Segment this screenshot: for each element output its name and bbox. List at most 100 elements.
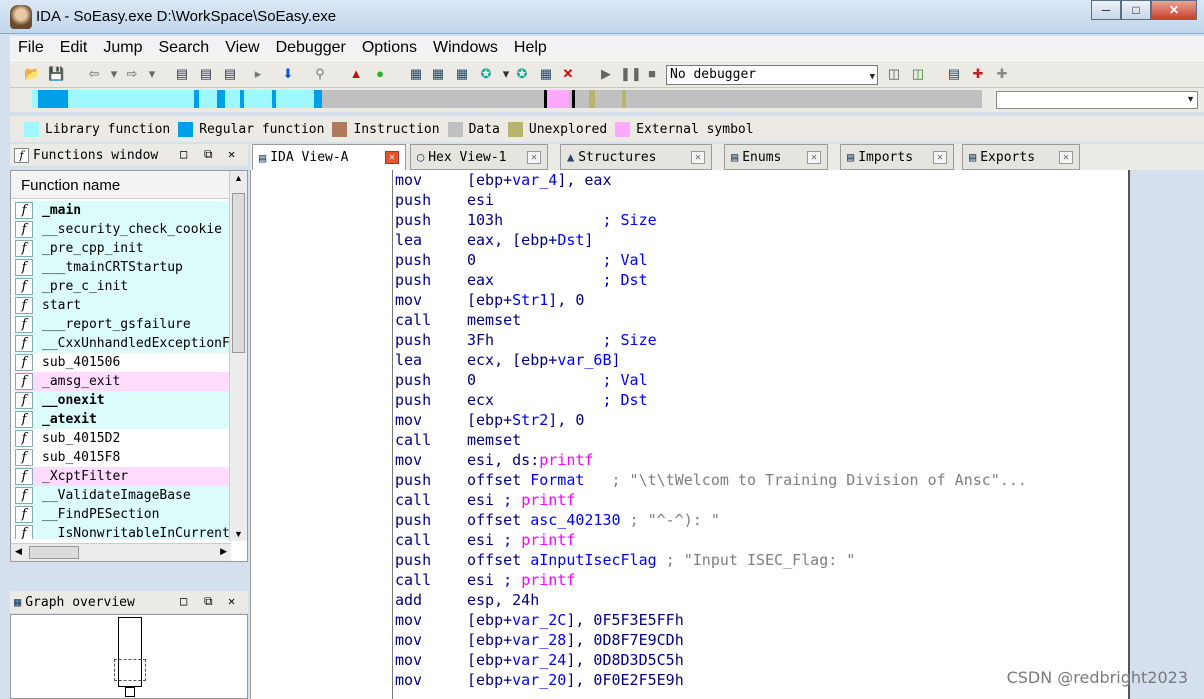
graph-icon[interactable]: ▦ bbox=[408, 66, 424, 82]
disassembly-line[interactable]: call esi ; printf bbox=[395, 570, 1128, 590]
symbol-name[interactable]: var_24 bbox=[512, 651, 566, 669]
tab-ida-view-a[interactable]: ▤ IDA View-A ✕ bbox=[252, 144, 406, 171]
symbol-name[interactable]: var_4 bbox=[512, 171, 557, 189]
delete-x-icon[interactable]: ✕ bbox=[560, 66, 576, 82]
ida-view-a[interactable]: mov [ebp+var_4], eax push esi push 103h ; Siz… bbox=[250, 170, 1130, 699]
minimize-button[interactable]: ─ bbox=[1091, 0, 1121, 20]
menu-debugger[interactable]: Debugger bbox=[268, 39, 354, 57]
scroll-left-icon[interactable]: ◀ bbox=[15, 546, 22, 557]
function-list-item[interactable]: f __IsNonwritableInCurrentImage bbox=[15, 524, 229, 539]
graph-viewport[interactable] bbox=[114, 659, 146, 681]
menu-options[interactable]: Options bbox=[354, 39, 425, 57]
function-list-item[interactable]: f sub_401506 bbox=[15, 353, 229, 372]
import-name[interactable]: printf bbox=[521, 491, 575, 509]
pause-icon[interactable]: ❚❚ bbox=[620, 66, 642, 82]
search-icon[interactable]: ⚲ bbox=[312, 66, 328, 82]
symbol-name[interactable]: Dst bbox=[557, 231, 584, 249]
tab-close-icon[interactable]: ✕ bbox=[691, 151, 705, 164]
disassembly-line[interactable]: push offset aInputIsecFlag ; "Input ISEC_… bbox=[395, 550, 1128, 570]
scroll-right-icon[interactable]: ▶ bbox=[220, 546, 227, 557]
menu-windows[interactable]: Windows bbox=[425, 39, 506, 57]
menu-help[interactable]: Help bbox=[506, 39, 555, 57]
horizontal-scrollbar[interactable]: ◀ ▶ bbox=[11, 543, 231, 561]
function-list-item[interactable]: f __onexit bbox=[15, 391, 229, 410]
panel-close-icon[interactable]: ✕ bbox=[228, 594, 235, 608]
close-button[interactable]: ✕ bbox=[1151, 0, 1197, 20]
disassembly-line[interactable]: push eax ; Dst bbox=[395, 270, 1128, 290]
disassembly-line[interactable]: push 0 ; Val bbox=[395, 370, 1128, 390]
add-breakpoint-icon[interactable]: ✚ bbox=[970, 66, 986, 82]
function-list-item[interactable]: f __security_check_cookie bbox=[15, 220, 229, 239]
scroll-down-icon[interactable]: ▼ bbox=[234, 529, 243, 539]
graph-overview[interactable] bbox=[10, 614, 248, 699]
navigation-strip[interactable] bbox=[32, 90, 982, 108]
function-list-item[interactable]: f ___tmainCRTStartup bbox=[15, 258, 229, 277]
panel-close-icon[interactable]: ✕ bbox=[228, 147, 235, 161]
stop-icon[interactable]: ■ bbox=[644, 66, 660, 82]
disassembly-line[interactable]: call esi ; printf bbox=[395, 530, 1128, 550]
disassembly-line[interactable]: call memset bbox=[395, 430, 1128, 450]
symbol-name[interactable]: asc_402130 bbox=[530, 511, 620, 529]
breakpoint-list-icon[interactable]: ▤ bbox=[946, 66, 962, 82]
tab-enums[interactable]: ▤ Enums ✕ bbox=[724, 144, 828, 170]
function-list-item[interactable]: f start bbox=[15, 296, 229, 315]
debugger-select[interactable]: No debugger ▼ bbox=[666, 65, 878, 85]
user-xrefs-icon[interactable]: ✪ bbox=[514, 66, 530, 82]
function-list-item[interactable]: f _amsg_exit bbox=[15, 372, 229, 391]
import-name[interactable]: printf bbox=[539, 451, 593, 469]
panel-float-icon[interactable]: ⧉ bbox=[204, 594, 213, 609]
panel-minimize-icon[interactable]: □ bbox=[180, 594, 187, 608]
disassembly-line[interactable]: mov [ebp+var_24], 0D8D3D5C5h bbox=[395, 650, 1128, 670]
menu-search[interactable]: Search bbox=[150, 39, 217, 57]
disassembly-line[interactable]: mov [ebp+Str1], 0 bbox=[395, 290, 1128, 310]
tab-close-icon[interactable]: ✕ bbox=[385, 151, 399, 164]
panel-minimize-icon[interactable]: □ bbox=[180, 147, 187, 161]
scroll-thumb[interactable] bbox=[232, 193, 245, 353]
disassembly-line[interactable]: push 103h ; Size bbox=[395, 210, 1128, 230]
symbol-name[interactable]: var_2C bbox=[512, 611, 566, 629]
symbol-name[interactable]: aInputIsecFlag bbox=[530, 551, 656, 569]
scroll-up-icon[interactable]: ▲ bbox=[234, 173, 243, 183]
disassembly-line[interactable]: push ecx ; Dst bbox=[395, 390, 1128, 410]
maximize-button[interactable]: □ bbox=[1121, 0, 1151, 20]
symbol-name[interactable]: var_20 bbox=[512, 671, 566, 689]
green-circle-icon[interactable]: ● bbox=[372, 66, 388, 82]
disassembly-line[interactable]: push esi bbox=[395, 190, 1128, 210]
tab-close-icon[interactable]: ✕ bbox=[807, 151, 821, 164]
function-list-item[interactable]: f _pre_cpp_init bbox=[15, 239, 229, 258]
search-next-icon[interactable]: ▸ bbox=[250, 66, 266, 82]
disassembly-line[interactable]: push offset Format ; "\t\tWelcom to Train… bbox=[395, 470, 1128, 490]
calls-icon[interactable]: ✪ bbox=[478, 66, 494, 82]
disassembly-line[interactable]: mov [ebp+Str2], 0 bbox=[395, 410, 1128, 430]
menu-file[interactable]: File bbox=[10, 39, 52, 57]
function-list-item[interactable]: f __FindPESection bbox=[15, 505, 229, 524]
attach-icon[interactable]: ◫ bbox=[886, 66, 902, 82]
function-list-item[interactable]: f _main bbox=[15, 201, 229, 220]
tab-imports[interactable]: ▤ Imports ✕ bbox=[840, 144, 954, 170]
hscroll-thumb[interactable] bbox=[29, 546, 79, 559]
disassembly-line[interactable]: mov esi, ds:printf bbox=[395, 450, 1128, 470]
back-arrow-icon[interactable]: ⇦ bbox=[86, 66, 102, 82]
segment-combo[interactable]: ▼ bbox=[996, 91, 1198, 109]
find-binary-icon[interactable]: ▤ bbox=[198, 66, 214, 82]
vertical-scrollbar[interactable]: ▲ ▼ bbox=[229, 171, 247, 541]
disassembly-line[interactable]: lea eax, [ebp+Dst] bbox=[395, 230, 1128, 250]
disassembly-line[interactable]: mov [ebp+var_4], eax bbox=[395, 170, 1128, 190]
disassembly-listing[interactable]: mov [ebp+var_4], eax push esi push 103h ; Siz… bbox=[395, 170, 1128, 690]
remove-breakpoint-icon[interactable]: ✚ bbox=[994, 66, 1010, 82]
function-name-column-header[interactable]: Function name bbox=[11, 171, 229, 199]
disassembly-line[interactable]: push 3Fh ; Size bbox=[395, 330, 1128, 350]
back-dropdown-icon[interactable]: ▾ bbox=[106, 66, 122, 82]
disassembly-line[interactable]: push offset asc_402130 ; "^-^): " bbox=[395, 510, 1128, 530]
disassembly-line[interactable]: mov [ebp+var_2C], 0F5F3E5FFh bbox=[395, 610, 1128, 630]
xrefs-icon[interactable]: ▦ bbox=[454, 66, 470, 82]
play-icon[interactable]: ▶ bbox=[598, 66, 614, 82]
function-list-item[interactable]: f sub_4015D2 bbox=[15, 429, 229, 448]
panel-float-icon[interactable]: ⧉ bbox=[204, 147, 213, 162]
flow-chart-icon[interactable]: ▦ bbox=[430, 66, 446, 82]
import-name[interactable]: printf bbox=[521, 531, 575, 549]
symbol-name[interactable]: Str1 bbox=[512, 291, 548, 309]
function-list-item[interactable]: f ___report_gsfailure bbox=[15, 315, 229, 334]
function-list-item[interactable]: f __ValidateImageBase bbox=[15, 486, 229, 505]
tab-close-icon[interactable]: ✕ bbox=[933, 151, 947, 164]
